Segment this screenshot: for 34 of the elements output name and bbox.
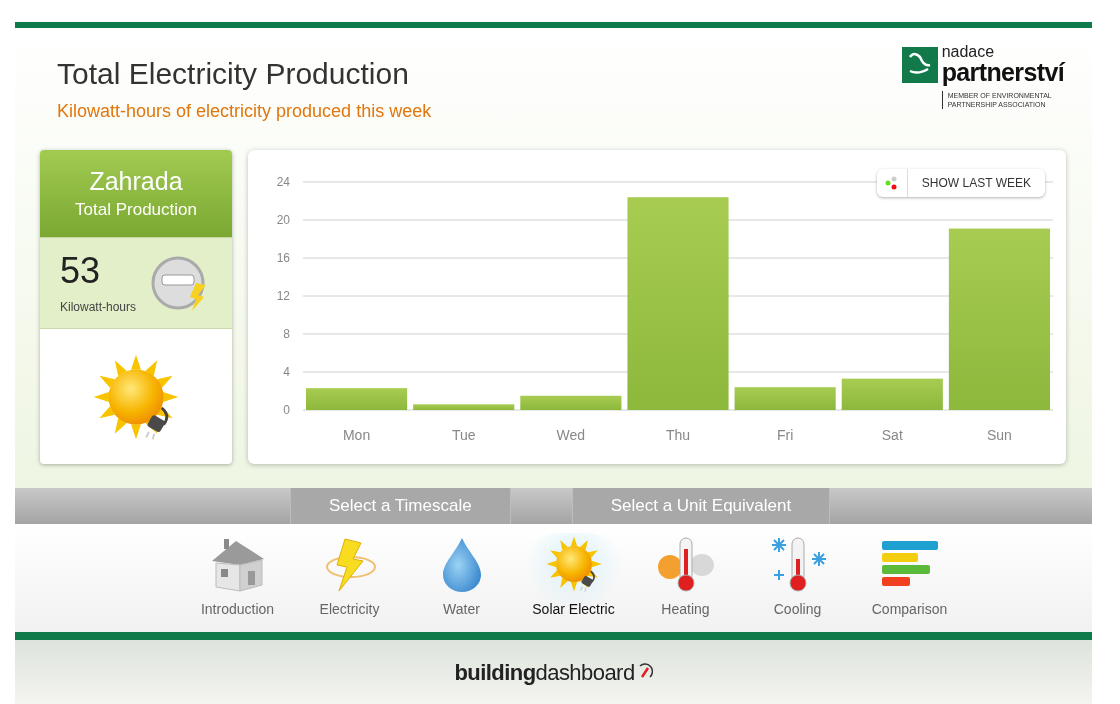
y-axis-label: 16 (276, 251, 290, 265)
dots-icon (884, 176, 899, 190)
thermometer-flame-icon (655, 535, 716, 593)
nav-item[interactable]: Electricity (293, 533, 406, 620)
nav-item[interactable]: Cooling (741, 533, 854, 620)
y-axis-label: 0 (283, 403, 290, 417)
show-last-week-button[interactable]: SHOW LAST WEEK (876, 169, 1045, 197)
nav-item[interactable]: Heating (629, 533, 742, 620)
x-axis-label: Sun (986, 427, 1012, 443)
logo-text: nadace (941, 44, 996, 60)
y-axis-label: 24 (276, 175, 290, 189)
y-axis-label: 20 (276, 213, 290, 227)
x-axis-label: Mon (342, 427, 371, 443)
x-axis-label: Thu (665, 427, 691, 443)
footer-brand: buildingdashboard (454, 658, 635, 687)
nav-item[interactable]: Comparison (853, 533, 966, 620)
x-axis-label: Fri (777, 427, 794, 443)
x-axis-label: Tue (451, 427, 476, 443)
nav-item[interactable]: Introduction (181, 533, 294, 620)
building-name: Zahrada (89, 165, 183, 197)
y-axis-label: 12 (276, 289, 290, 303)
x-axis-label: Sat (881, 427, 903, 443)
unit-label: Kilowatt-hours (60, 299, 137, 316)
y-axis-label: 8 (283, 327, 290, 341)
nav-item[interactable]: Water (405, 533, 518, 620)
page-subtitle: Kilowatt-hours of electricity produced this week (57, 100, 432, 123)
page-title: Total Electricity Production (57, 56, 410, 92)
y-axis-label: 4 (283, 365, 290, 379)
logo-icon (901, 46, 938, 83)
logo-text: partnerství (941, 60, 1064, 85)
production-label: Total Production (75, 198, 197, 221)
total-value: 53 (60, 250, 102, 292)
x-axis-label: Wed (556, 427, 586, 443)
bar-comparison-icon (879, 539, 940, 589)
